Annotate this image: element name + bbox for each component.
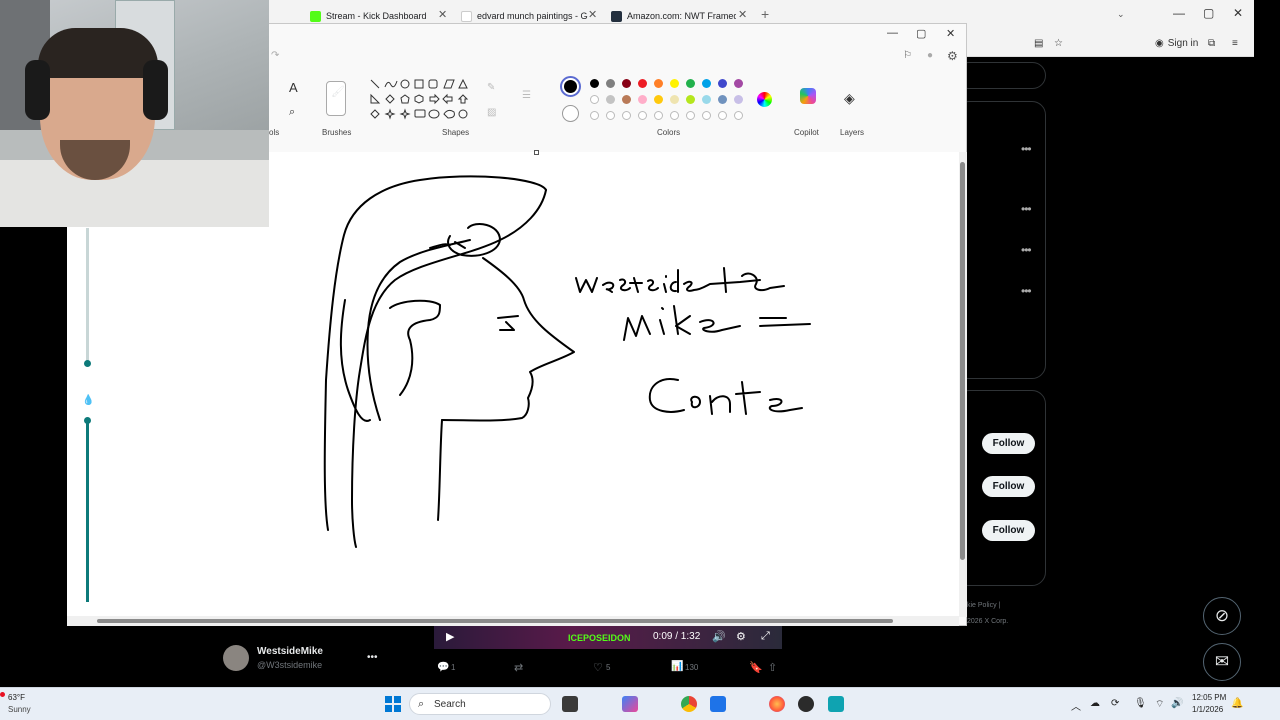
retweet-icon[interactable]: ⇄ bbox=[514, 661, 523, 674]
clock-date[interactable]: 1/1/2026 bbox=[1192, 705, 1223, 714]
bookmark-icon[interactable]: 🔖 bbox=[749, 661, 763, 674]
play-icon[interactable]: ▶ bbox=[446, 630, 454, 643]
text-westside-stroke bbox=[575, 267, 785, 293]
share-icon[interactable]: ⇧ bbox=[768, 661, 777, 674]
text-mike-stroke bbox=[623, 305, 811, 341]
obs-icon[interactable] bbox=[798, 696, 814, 712]
video-settings-icon[interactable]: ⚙ bbox=[736, 630, 746, 643]
webcam-hair bbox=[38, 28, 158, 78]
firefox-icon[interactable] bbox=[769, 696, 785, 712]
tray-chevron-icon[interactable]: ︿ bbox=[1071, 698, 1081, 713]
search-icon: ⌕ bbox=[418, 698, 425, 710]
tweet-more-icon[interactable]: ••• bbox=[367, 652, 378, 663]
windows-start-icon[interactable] bbox=[385, 696, 401, 712]
notepad-icon[interactable] bbox=[710, 696, 726, 712]
weather-temp[interactable]: 63°F bbox=[8, 693, 25, 702]
like-count: 5 bbox=[606, 663, 611, 672]
search-label: Search bbox=[434, 699, 466, 710]
windows-taskbar bbox=[0, 687, 1280, 720]
webcam-overlay bbox=[0, 0, 269, 227]
video-player[interactable]: ▶ ICEPOSEIDON 0:09 / 1:32 🔊 ⚙ ⤢ bbox=[434, 626, 782, 649]
notifications-icon[interactable]: 🔔 bbox=[1231, 698, 1243, 709]
webcam-headphones bbox=[143, 60, 168, 120]
clock-time[interactable]: 12:05 PM bbox=[1192, 693, 1226, 702]
hair-outline-stroke bbox=[323, 175, 547, 531]
eye-stroke bbox=[497, 315, 519, 331]
wifi-icon[interactable]: ⌔ bbox=[1155, 698, 1164, 711]
avatar[interactable] bbox=[223, 645, 249, 671]
ear-stroke bbox=[389, 299, 441, 396]
taskbar-search-box[interactable]: ⌕ Search bbox=[409, 693, 551, 715]
webcam-headphones bbox=[25, 60, 50, 120]
paint-app-icon[interactable] bbox=[828, 696, 844, 712]
microphone-icon[interactable]: 🎙 bbox=[1134, 698, 1147, 709]
reply-count: 1 bbox=[451, 663, 456, 672]
face-profile-stroke bbox=[441, 257, 575, 422]
webcam-shirt bbox=[0, 160, 269, 227]
weather-alert-icon bbox=[0, 692, 5, 697]
weather-desc[interactable]: Sunny bbox=[8, 705, 31, 714]
speaker-icon[interactable]: 🔊 bbox=[1171, 698, 1183, 709]
copilot-app-icon[interactable] bbox=[622, 696, 638, 712]
tray-sync-icon[interactable]: ⟳ bbox=[1111, 698, 1119, 709]
video-time: 0:09 / 1:32 bbox=[653, 631, 701, 642]
fullscreen-icon[interactable]: ⤢ bbox=[761, 630, 770, 643]
neck-stroke bbox=[437, 419, 443, 521]
chrome-icon[interactable] bbox=[681, 696, 697, 712]
video-channel-label: ICEPOSEIDON bbox=[568, 633, 631, 643]
reply-icon[interactable]: 💬 bbox=[437, 662, 449, 673]
tray-network-app-icon[interactable]: ☁ bbox=[1090, 698, 1100, 709]
file-explorer-icon[interactable] bbox=[562, 696, 578, 712]
like-icon[interactable]: ♡ bbox=[593, 661, 603, 674]
view-count: 130 bbox=[685, 663, 699, 672]
tweet-handle[interactable]: @W3stsidemike bbox=[257, 660, 322, 670]
volume-icon[interactable]: 🔊 bbox=[712, 630, 726, 643]
views-icon: 📊 bbox=[671, 661, 684, 672]
text-conte-stroke bbox=[648, 378, 803, 415]
tweet-display-name[interactable]: WestsideMike bbox=[257, 646, 323, 657]
